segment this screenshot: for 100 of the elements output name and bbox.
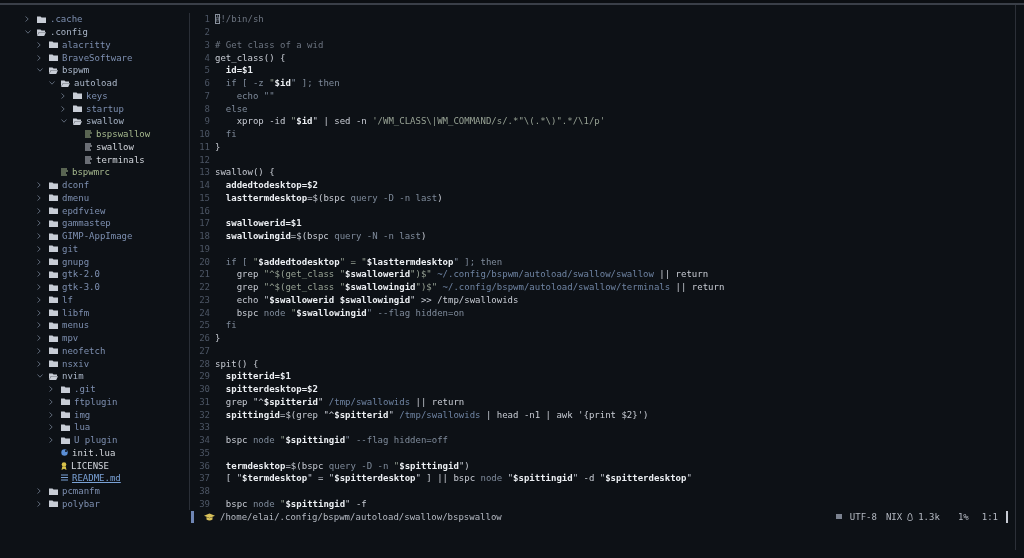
square-icon xyxy=(835,514,842,519)
code-line: grep "^$(get_class "$swallowingid")$" ~/.config/bspwm/autoload/swallow/terminals || return xyxy=(235,282,725,293)
code-line: } xyxy=(215,141,221,152)
code-line: termdesktop=$(bspc query -D -n "$spittingid") xyxy=(224,460,470,471)
tree-item[interactable]: alacritty xyxy=(62,38,111,51)
graduation-cap-icon xyxy=(204,512,215,521)
line-number: 38 xyxy=(198,486,210,497)
tree-item[interactable]: dconf xyxy=(62,179,90,192)
tree-item[interactable]: lua xyxy=(74,421,91,434)
line-number: 8 xyxy=(203,103,210,114)
tree-item[interactable]: ftplugin xyxy=(74,395,118,408)
line-number: 10 xyxy=(198,129,210,140)
line-number: 14 xyxy=(198,180,210,191)
tree-item[interactable]: terminals xyxy=(96,153,145,166)
line-number: 7 xyxy=(203,90,210,101)
folder-icon xyxy=(37,15,46,23)
line-number: 23 xyxy=(198,294,210,305)
line-number: 26 xyxy=(198,333,210,344)
tree-item[interactable]: epdfview xyxy=(62,204,106,217)
tree-item[interactable]: .git xyxy=(74,383,96,396)
line-number: 12 xyxy=(198,154,210,165)
file-lines-icon xyxy=(85,142,92,151)
line-number: 21 xyxy=(198,269,210,280)
tree-item[interactable]: swallow xyxy=(86,115,124,128)
line-number: 22 xyxy=(198,282,210,293)
scroll-percent-label: 1% xyxy=(957,511,969,522)
folder-open-icon xyxy=(73,117,82,125)
tree-item[interactable]: pcmanfm xyxy=(62,485,100,498)
line-number: 2 xyxy=(203,27,210,38)
tree-item[interactable]: nsxiv xyxy=(62,357,90,370)
line-number: 37 xyxy=(198,473,210,484)
tree-item[interactable]: gnupg xyxy=(62,255,90,268)
tree-item[interactable]: LICENSE xyxy=(71,459,109,472)
line-number: 39 xyxy=(198,498,210,509)
encoding-label: UTF-8 xyxy=(849,511,877,522)
tree-item[interactable]: dmenu xyxy=(62,191,90,204)
tree-item[interactable]: polybar xyxy=(62,497,100,510)
tree-item[interactable]: startup xyxy=(86,102,124,115)
tree-item[interactable]: README.md xyxy=(72,472,121,485)
line-number: 36 xyxy=(198,460,210,471)
code-line: lasttermdesktop=$(bspc query -D -n last) xyxy=(224,192,443,203)
tree-item[interactable]: gammastep xyxy=(62,217,111,230)
line-number: 29 xyxy=(198,371,210,382)
code-line: spittingid=$(grep "^$spitterid" /tmp/swallowids | head -n1 | awk '{print $2}') xyxy=(224,409,649,420)
tree-item[interactable]: git xyxy=(62,242,79,255)
tree-item[interactable]: bspwm xyxy=(62,64,90,77)
file-lines-icon xyxy=(85,130,92,139)
code-line: if [ "$addedtodesktop" = "$lasttermdesktop" ]; then xyxy=(224,256,503,267)
mode-indicator xyxy=(191,510,194,523)
tree-item[interactable]: autoload xyxy=(74,77,118,90)
line-number: 5 xyxy=(203,65,210,76)
code-line: spitterid=$1 xyxy=(224,371,291,382)
code-line: swallowerid=$1 xyxy=(224,218,302,229)
tree-item[interactable]: .cache xyxy=(50,13,83,26)
line-number: 11 xyxy=(198,141,210,152)
tree-item[interactable]: BraveSoftware xyxy=(62,51,133,64)
line-number: 25 xyxy=(198,320,210,331)
tree-item[interactable]: mpv xyxy=(62,332,79,345)
code-line: } xyxy=(215,333,221,344)
tree-item[interactable]: keys xyxy=(86,89,108,102)
line-number: 17 xyxy=(198,218,210,229)
moon-icon xyxy=(61,449,68,457)
penguin-icon xyxy=(907,512,914,521)
tree-item[interactable]: bspwmrc xyxy=(72,166,110,179)
tree-item[interactable]: img xyxy=(74,408,91,421)
tree-item[interactable]: lf xyxy=(62,293,73,306)
code-line: spitterdesktop=$2 xyxy=(224,384,318,395)
file-lines-icon xyxy=(61,168,68,177)
line-number: 1 xyxy=(203,14,210,25)
tree-item[interactable]: swallow xyxy=(96,140,134,153)
line-number: 18 xyxy=(198,231,210,242)
code-line: swallowingid=$(bspc query -N -n last) xyxy=(224,231,427,242)
code-line: fi xyxy=(224,129,237,140)
folder-open-icon xyxy=(49,372,58,380)
tree-item[interactable]: bspswallow xyxy=(96,128,151,141)
line-number: 20 xyxy=(198,256,210,267)
line-number: 34 xyxy=(198,435,210,446)
tree-item[interactable]: .config xyxy=(50,26,88,39)
code-line: echo "" xyxy=(235,90,275,101)
tree-item[interactable]: libfm xyxy=(62,306,90,319)
line-number: 30 xyxy=(198,384,210,395)
tree-item[interactable]: gtk-2.0 xyxy=(62,268,100,281)
line-number: 24 xyxy=(198,307,210,318)
code-line: bspc node "$swallowingid" --flag hidden=on xyxy=(235,307,465,318)
line-number: 28 xyxy=(198,358,210,369)
code-line: bspc node "$spittingid" -f xyxy=(224,498,367,509)
tree-item[interactable]: init.lua xyxy=(72,446,116,459)
tree-item[interactable]: GIMP-AppImage xyxy=(62,230,133,243)
tree-item[interactable]: menus xyxy=(62,319,90,332)
code-line: spit() { xyxy=(215,358,259,369)
tree-item[interactable]: U plugin xyxy=(74,434,118,447)
code-line: id=$1 xyxy=(224,65,253,76)
tree-item[interactable]: neofetch xyxy=(62,344,106,357)
tree-item[interactable]: nvim xyxy=(62,370,84,383)
line-number: 27 xyxy=(198,345,210,356)
file-lines-icon xyxy=(85,155,92,164)
line-number: 9 xyxy=(203,116,210,127)
tree-item[interactable]: gtk-3.0 xyxy=(62,281,100,294)
line-number: 31 xyxy=(198,396,210,407)
file-format-label: NIX xyxy=(885,511,903,522)
